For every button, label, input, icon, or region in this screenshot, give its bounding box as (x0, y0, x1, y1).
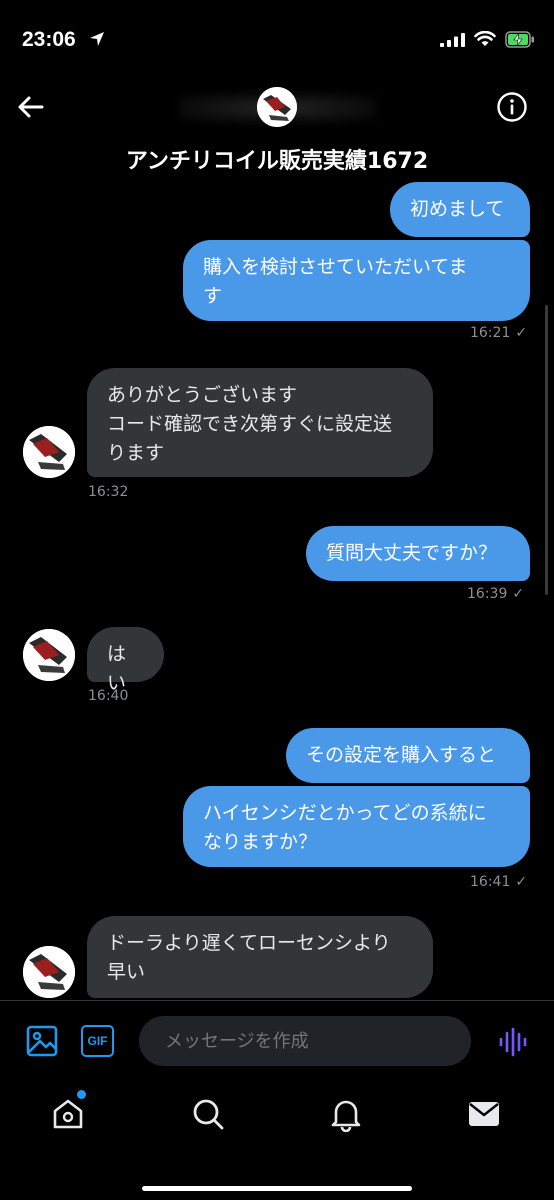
message-text-line: ドーラより遅くてローセンシより (107, 932, 391, 954)
message-bubble-sent[interactable]: 質問大丈夫ですか？ (306, 526, 530, 581)
battery-charging-icon (505, 31, 534, 48)
header-avatar[interactable] (257, 87, 297, 127)
read-check-icon: ✓ (515, 325, 528, 341)
message-timestamp: 16:40 (88, 688, 129, 704)
gif-button[interactable]: GIF (81, 1025, 114, 1057)
message-text-line: コード確認でき次第すぐに設定送 (107, 413, 393, 435)
image-icon[interactable] (26, 1025, 58, 1057)
message-text: 初めまして (410, 198, 505, 220)
message-composer: GIF (0, 1000, 554, 1082)
scrollbar[interactable] (545, 305, 548, 595)
signal-icon (440, 33, 465, 47)
message-text-line: す (203, 285, 223, 307)
message-list[interactable]: 初めまして 購入を検討させていただいてま す 16:21 ✓ ありがとうございます… (0, 180, 554, 1000)
message-text-line: ハイセンシだとかってどの系統に (203, 802, 487, 824)
read-check-icon: ✓ (515, 874, 528, 890)
messages-envelope-icon[interactable] (466, 1096, 502, 1132)
message-text-line: なりますか？ (203, 831, 318, 853)
notifications-bell-icon[interactable] (328, 1096, 364, 1132)
home-indicator[interactable] (142, 1186, 412, 1191)
message-text-line: ありがとうございます (107, 384, 298, 406)
message-text: その設定を購入すると (306, 744, 497, 766)
message-text-line: 早い (107, 961, 146, 983)
message-text: はい (107, 643, 127, 694)
conversation-header: アンチリコイル販売実績1672 (0, 80, 554, 180)
home-icon[interactable] (50, 1096, 86, 1132)
message-timestamp: 16:41 ✓ (470, 874, 528, 890)
message-bubble-sent[interactable]: 初めまして (390, 182, 530, 237)
sender-avatar[interactable] (23, 629, 75, 681)
message-timestamp: 16:32 (88, 484, 129, 500)
message-bubble-sent[interactable]: 購入を検討させていただいてま す (183, 240, 530, 321)
search-icon[interactable] (190, 1096, 226, 1132)
message-bubble-received[interactable]: ありがとうございます コード確認でき次第すぐに設定送 ります (87, 368, 433, 477)
wifi-icon (474, 31, 496, 46)
message-text-line: ります (107, 442, 165, 464)
notification-dot (77, 1090, 86, 1099)
status-bar: 23:06 (0, 0, 554, 80)
sender-avatar[interactable] (23, 946, 75, 998)
message-text: 質問大丈夫ですか？ (326, 542, 498, 564)
message-timestamp: 16:39 ✓ (467, 586, 525, 602)
conversation-title: アンチリコイル販売実績1672 (125, 149, 429, 174)
message-bubble-received[interactable]: ドーラより遅くてローセンシより 早い (87, 916, 433, 998)
message-text-line: 購入を検討させていただいてま (203, 256, 468, 278)
message-bubble-sent[interactable]: ハイセンシだとかってどの系統に なりますか？ (183, 786, 530, 867)
location-arrow-icon (90, 32, 104, 46)
back-arrow-icon[interactable] (14, 90, 48, 124)
message-timestamp: 16:21 ✓ (470, 325, 528, 341)
message-bubble-sent[interactable]: その設定を購入すると (286, 728, 530, 783)
bottom-tab-bar (0, 1082, 554, 1200)
read-check-icon: ✓ (512, 586, 525, 602)
status-time: 23:06 (22, 28, 76, 51)
voice-waveform-icon[interactable] (498, 1027, 528, 1057)
message-input[interactable] (139, 1016, 471, 1066)
message-bubble-received[interactable]: はい (87, 627, 164, 694)
info-icon[interactable] (496, 91, 528, 123)
sender-avatar[interactable] (23, 426, 75, 478)
